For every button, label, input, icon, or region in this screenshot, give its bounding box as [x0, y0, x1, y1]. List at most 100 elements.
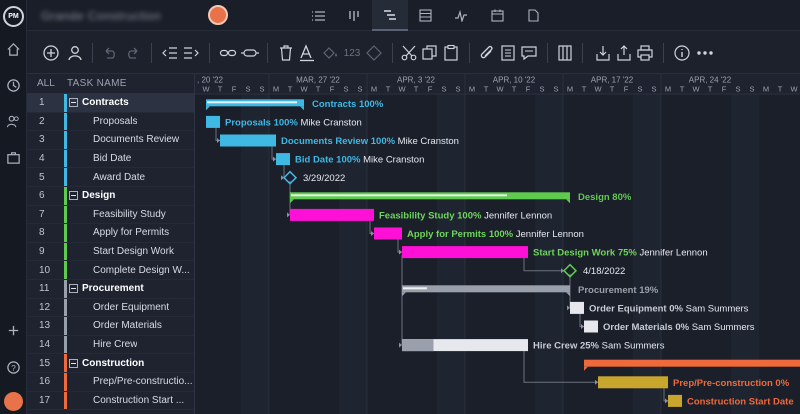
task-row[interactable]: 5 Award Date: [27, 168, 194, 187]
task-name[interactable]: Start Design Work: [64, 246, 174, 257]
task-row[interactable]: 3 Documents Review: [27, 131, 194, 150]
copy-icon[interactable]: [420, 43, 440, 63]
group-color-bar: [64, 168, 67, 186]
task-row[interactable]: 8 Apply for Permits: [27, 224, 194, 243]
assign-user-icon[interactable]: [65, 43, 85, 63]
import-icon[interactable]: [593, 43, 613, 63]
bar-label: Design 80%: [578, 192, 632, 203]
gantt-view-icon[interactable]: [372, 0, 408, 31]
board-view-icon[interactable]: [336, 0, 372, 31]
unlink-tasks-icon[interactable]: [240, 43, 260, 63]
task-group-row[interactable]: 15 Construction: [27, 354, 194, 373]
task-name-header[interactable]: TASK NAME: [64, 78, 127, 89]
task-name[interactable]: Proposals: [64, 116, 137, 127]
gantt-canvas[interactable]: WTFSSMTWTFSSMTWTFSSMTWTFSSMTWTFSSMTWTFSS…: [195, 74, 800, 414]
project-owner-avatar[interactable]: [208, 5, 228, 25]
undo-icon[interactable]: [100, 43, 120, 63]
collapse-toggle-icon[interactable]: [69, 358, 78, 368]
print-icon[interactable]: [635, 43, 655, 63]
project-title[interactable]: Grande Construction: [41, 9, 161, 23]
task-row[interactable]: 10 Complete Design W...: [27, 261, 194, 280]
summary-end-cap: [290, 199, 294, 204]
task-bar[interactable]: [276, 153, 290, 166]
dashboard-view-icon[interactable]: [443, 0, 479, 31]
export-icon[interactable]: [614, 43, 634, 63]
task-name[interactable]: Order Equipment: [64, 302, 169, 313]
task-bar[interactable]: [598, 376, 668, 389]
indent-icon[interactable]: [181, 43, 201, 63]
link-tasks-icon[interactable]: [218, 43, 238, 63]
task-row[interactable]: 16 Prep/Pre-constructio...: [27, 372, 194, 392]
collapse-toggle-icon[interactable]: [69, 191, 78, 201]
milestone-icon[interactable]: [364, 43, 384, 63]
fill-color-icon[interactable]: [319, 43, 339, 63]
paste-icon[interactable]: [441, 43, 461, 63]
task-group-row[interactable]: 1 Contracts: [27, 94, 194, 113]
list-view-icon[interactable]: [301, 0, 337, 31]
task-name[interactable]: Construction Start ...: [64, 395, 184, 406]
task-bar[interactable]: [374, 227, 402, 240]
user-avatar[interactable]: [4, 392, 23, 411]
task-row[interactable]: 17 Construction Start ...: [27, 391, 194, 411]
help-icon[interactable]: ?: [6, 360, 21, 375]
task-row[interactable]: 9 Start Design Work: [27, 242, 194, 262]
calendar-view-icon[interactable]: [479, 0, 515, 31]
task-row[interactable]: 4 Bid Date: [27, 149, 194, 169]
add-task-icon[interactable]: [41, 43, 61, 63]
task-name[interactable]: Complete Design W...: [64, 265, 190, 276]
task-name[interactable]: Bid Date: [64, 153, 131, 164]
task-bar[interactable]: [584, 320, 598, 333]
task-row[interactable]: 14 Hire Crew: [27, 335, 194, 355]
columns-icon[interactable]: [555, 43, 575, 63]
more-options-icon[interactable]: [694, 43, 716, 63]
select-all-header[interactable]: ALL: [27, 78, 64, 89]
task-name[interactable]: Documents Review: [64, 134, 179, 145]
task-bar[interactable]: [668, 394, 682, 407]
task-name[interactable]: Order Materials: [64, 320, 162, 331]
collapse-toggle-icon[interactable]: [69, 98, 78, 108]
summary-bar[interactable]: [402, 285, 570, 293]
task-group-row[interactable]: 11 Procurement: [27, 279, 194, 299]
task-row[interactable]: 13 Order Materials: [27, 317, 194, 336]
task-name[interactable]: Construction: [78, 358, 144, 369]
task-row[interactable]: 12 Order Equipment: [27, 298, 194, 318]
people-icon[interactable]: [6, 114, 21, 129]
collapse-toggle-icon[interactable]: [69, 284, 78, 294]
files-view-icon[interactable]: [515, 0, 551, 31]
task-name[interactable]: Prep/Pre-constructio...: [64, 376, 192, 387]
plus-icon[interactable]: [6, 323, 21, 338]
task-group-row[interactable]: 6 Design: [27, 186, 194, 206]
task-bar[interactable]: [206, 115, 220, 128]
task-bar[interactable]: [570, 301, 584, 314]
task-bar[interactable]: [402, 246, 528, 259]
info-icon[interactable]: [672, 43, 692, 63]
task-bar[interactable]: [220, 134, 276, 147]
task-name[interactable]: Contracts: [78, 97, 129, 108]
sheet-view-icon[interactable]: [407, 0, 443, 31]
task-row[interactable]: 2 Proposals: [27, 112, 194, 132]
task-row[interactable]: 7 Feasibility Study: [27, 205, 194, 225]
task-name[interactable]: Hire Crew: [64, 339, 137, 350]
briefcase-icon[interactable]: [6, 150, 21, 165]
delete-icon[interactable]: [276, 43, 296, 63]
font-style-icon[interactable]: [297, 43, 317, 63]
home-icon[interactable]: [6, 42, 21, 57]
attachment-icon[interactable]: [477, 43, 497, 63]
group-color-bar: [64, 149, 67, 168]
task-bar[interactable]: [290, 208, 374, 221]
comment-icon[interactable]: [519, 43, 539, 63]
app-logo[interactable]: PM: [3, 6, 24, 27]
task-name[interactable]: Apply for Permits: [64, 227, 169, 238]
summary-bar[interactable]: [584, 359, 800, 367]
outdent-icon[interactable]: [160, 43, 180, 63]
redo-icon[interactable]: [123, 43, 143, 63]
clock-icon[interactable]: [6, 78, 21, 93]
number-format-button[interactable]: 123: [340, 43, 364, 63]
summary-end-cap: [566, 199, 570, 204]
task-name[interactable]: Feasibility Study: [64, 209, 166, 220]
cut-icon[interactable]: [399, 43, 419, 63]
task-name[interactable]: Design: [78, 190, 115, 201]
notes-icon[interactable]: [498, 43, 518, 63]
task-name[interactable]: Award Date: [64, 172, 145, 183]
task-name[interactable]: Procurement: [78, 283, 144, 294]
